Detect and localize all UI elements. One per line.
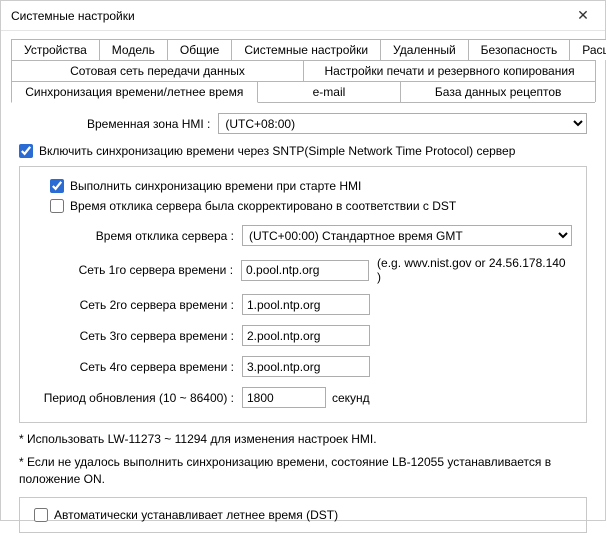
dst-adjusted-input[interactable]	[50, 199, 64, 213]
auto-dst-input[interactable]	[34, 508, 48, 522]
srv1-hint: (e.g. wwv.nist.gov or 24.56.178.140 )	[377, 256, 572, 284]
enable-sntp-checkbox[interactable]: Включить синхронизацию времени через SNT…	[19, 144, 587, 158]
dst-adjusted-checkbox[interactable]: Время отклика сервера была скорректирова…	[34, 199, 572, 213]
srv4-input[interactable]	[242, 356, 370, 377]
note-1: * Использовать LW-11273 ~ 11294 для изме…	[19, 431, 587, 448]
tz-label: Временная зона HMI :	[87, 117, 218, 131]
tab-print-backup[interactable]: Настройки печати и резервного копировани…	[303, 60, 596, 81]
sntp-group: Выполнить синхронизацию времени при стар…	[19, 166, 587, 423]
server-resp-select[interactable]: (UTC+00:00) Стандартное время GMT	[242, 225, 572, 246]
tab-security[interactable]: Безопасность	[468, 39, 571, 60]
tz-select[interactable]: (UTC+08:00)	[218, 113, 587, 134]
titlebar: Системные настройки ✕	[1, 1, 605, 31]
dst-adjusted-label: Время отклика сервера была скорректирова…	[70, 199, 456, 213]
tab-email[interactable]: e-mail	[257, 81, 402, 102]
sync-on-start-input[interactable]	[50, 179, 64, 193]
sync-on-start-label: Выполнить синхронизацию времени при стар…	[70, 179, 361, 193]
tab-area: Устройства Модель Общие Системные настро…	[1, 31, 605, 103]
content-area: Временная зона HMI : (UTC+08:00) Включит…	[1, 103, 605, 533]
close-icon[interactable]: ✕	[561, 1, 605, 31]
tab-system-settings[interactable]: Системные настройки	[231, 39, 381, 60]
server-resp-label: Время отклика сервера :	[34, 229, 242, 243]
auto-dst-label: Автоматически устанавливает летнее время…	[54, 508, 338, 522]
sync-on-start-checkbox[interactable]: Выполнить синхронизацию времени при стар…	[34, 179, 572, 193]
srv2-input[interactable]	[242, 294, 370, 315]
enable-sntp-input[interactable]	[19, 144, 33, 158]
auto-dst-checkbox[interactable]: Автоматически устанавливает летнее время…	[34, 508, 572, 522]
interval-label: Период обновления (10 ~ 86400) :	[34, 391, 242, 405]
enable-sntp-label: Включить синхронизацию времени через SNT…	[39, 144, 515, 158]
srv2-label: Сеть 2го сервера времени :	[34, 298, 242, 312]
note-2: * Если не удалось выполнить синхронизаци…	[19, 454, 587, 488]
window-title: Системные настройки	[11, 9, 135, 23]
tab-cellular[interactable]: Сотовая сеть передачи данных	[11, 60, 304, 81]
srv4-label: Сеть 4го сервера времени :	[34, 360, 242, 374]
tab-row-1: Устройства Модель Общие Системные настро…	[11, 39, 595, 60]
srv3-input[interactable]	[242, 325, 370, 346]
tab-remote[interactable]: Удаленный	[380, 39, 469, 60]
tab-model[interactable]: Модель	[99, 39, 168, 60]
srv3-label: Сеть 3го сервера времени :	[34, 329, 242, 343]
tab-general[interactable]: Общие	[167, 39, 232, 60]
tab-row-3: Синхронизация времени/летнее время e-mai…	[11, 81, 595, 102]
interval-input[interactable]	[242, 387, 326, 408]
tab-devices[interactable]: Устройства	[11, 39, 100, 60]
tab-ext-memory[interactable]: Расширенная память	[569, 39, 606, 60]
dst-group: Автоматически устанавливает летнее время…	[19, 497, 587, 533]
srv1-label: Сеть 1го сервера времени :	[34, 263, 241, 277]
tab-recipe-db[interactable]: База данных рецептов	[400, 81, 596, 102]
interval-unit: секунд	[332, 391, 370, 405]
tab-row-2: Сотовая сеть передачи данных Настройки п…	[11, 60, 595, 81]
tab-time-sync[interactable]: Синхронизация времени/летнее время	[11, 81, 258, 103]
srv1-input[interactable]	[241, 260, 369, 281]
